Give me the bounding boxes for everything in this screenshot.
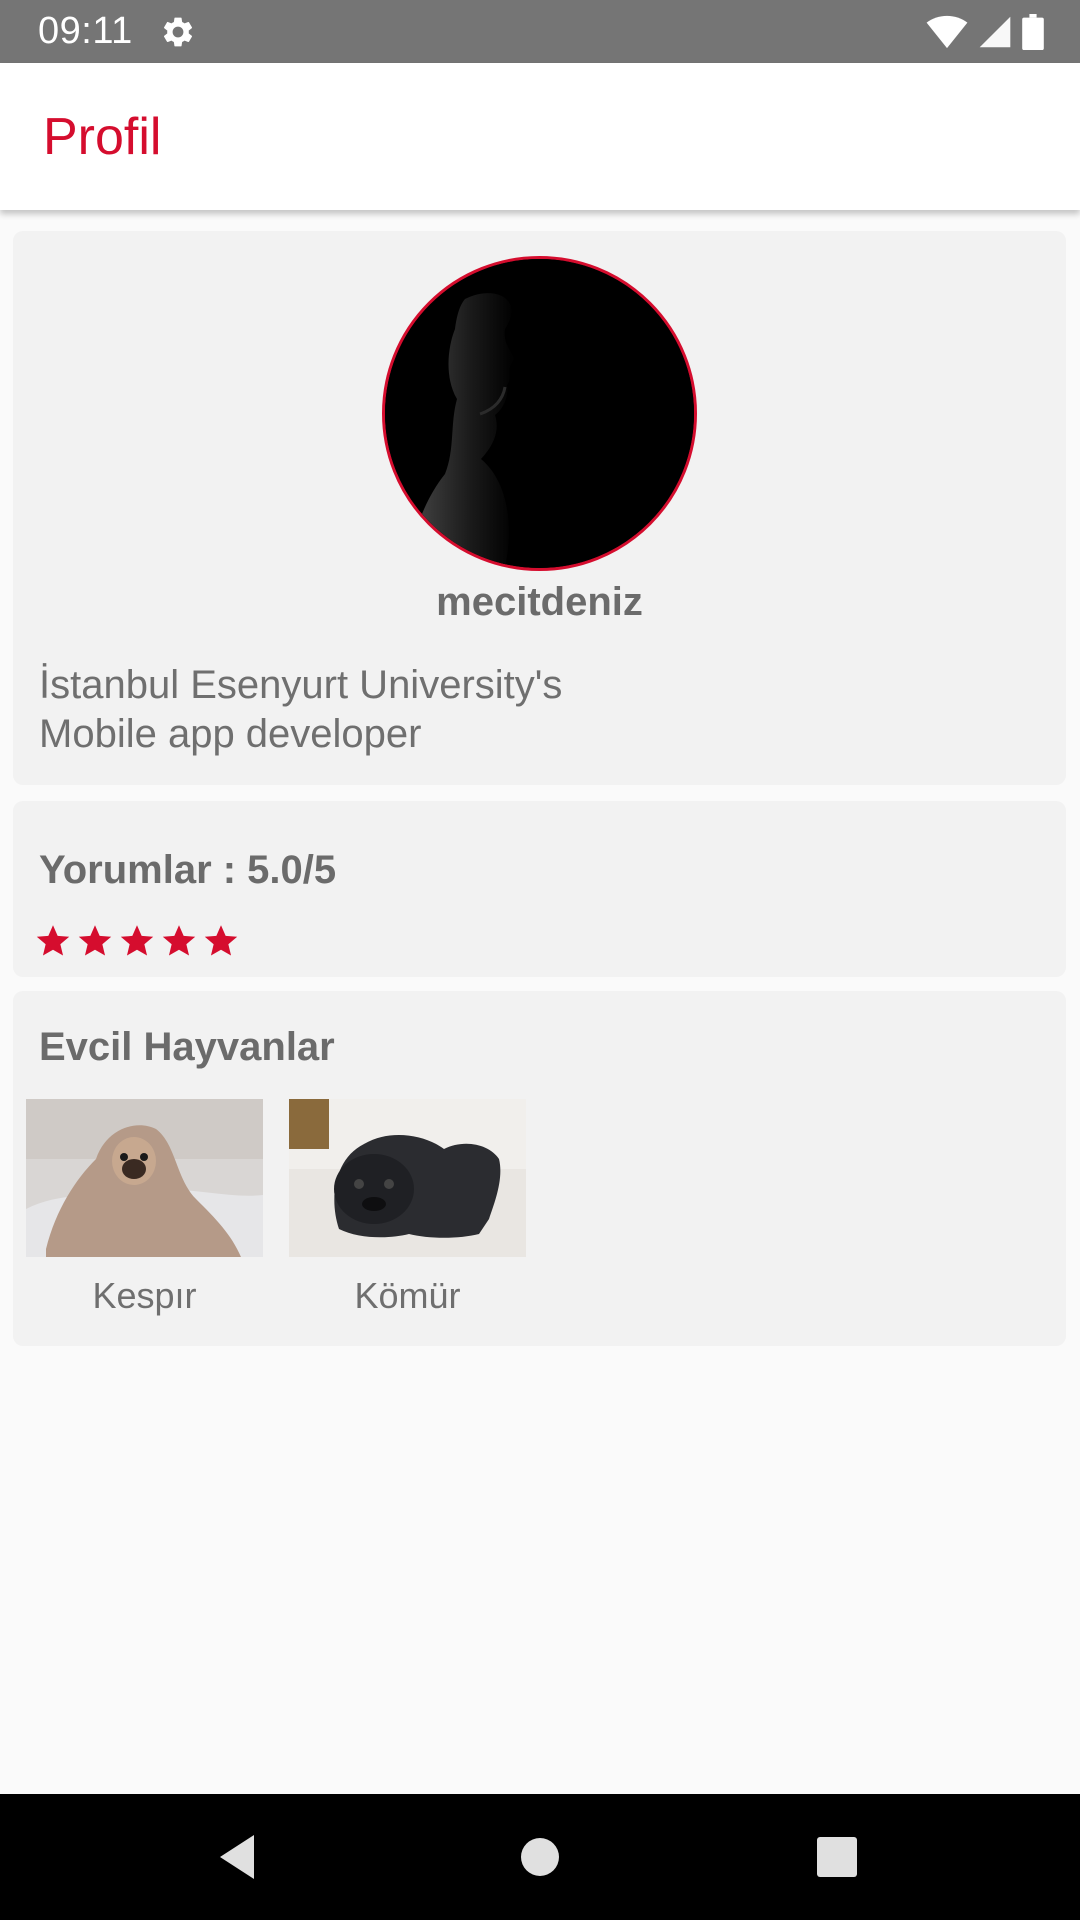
profile-card: mecitdeniz İstanbul Esenyurt University'… — [13, 231, 1066, 785]
page-title: Profil — [43, 108, 162, 166]
recent-apps-icon[interactable] — [812, 1832, 862, 1882]
pet-photo — [289, 1099, 526, 1257]
star-icon — [162, 925, 196, 956]
back-icon[interactable] — [214, 1832, 264, 1882]
status-time: 09:11 — [38, 10, 133, 52]
app-bar: Profil — [0, 63, 1080, 210]
bio-line-1: İstanbul Esenyurt University's — [39, 663, 563, 707]
avatar-photo — [385, 259, 694, 568]
navigation-bar — [0, 1794, 1080, 1920]
bio: İstanbul Esenyurt University's Mobile ap… — [39, 661, 939, 759]
star-icon — [36, 925, 70, 956]
battery-icon — [1022, 14, 1044, 50]
bio-line-2: Mobile app developer — [39, 712, 422, 756]
pet-item[interactable]: Kömür — [289, 1099, 526, 1317]
reviews-label: Yorumlar : 5.0/5 — [39, 848, 337, 892]
avatar[interactable] — [382, 256, 697, 571]
pets-card: Evcil Hayvanlar Kespır Kömür — [13, 991, 1066, 1346]
home-icon[interactable] — [515, 1832, 565, 1882]
pets-label: Evcil Hayvanlar — [39, 1025, 335, 1069]
star-icon — [204, 925, 238, 956]
star-icon — [78, 925, 112, 956]
username: mecitdeniz — [436, 580, 643, 624]
pet-item[interactable]: Kespır — [26, 1099, 263, 1317]
settings-icon — [163, 17, 193, 47]
pet-name: Kömür — [354, 1275, 461, 1316]
pet-name: Kespır — [92, 1275, 197, 1316]
status-icons — [926, 12, 1044, 52]
star-icon — [120, 925, 154, 956]
star-rating — [35, 923, 239, 959]
pet-photo — [26, 1099, 263, 1257]
signal-icon — [979, 16, 1011, 48]
wifi-icon — [926, 15, 968, 49]
status-bar: 09:11 — [0, 0, 1080, 63]
reviews-card: Yorumlar : 5.0/5 — [13, 801, 1066, 977]
